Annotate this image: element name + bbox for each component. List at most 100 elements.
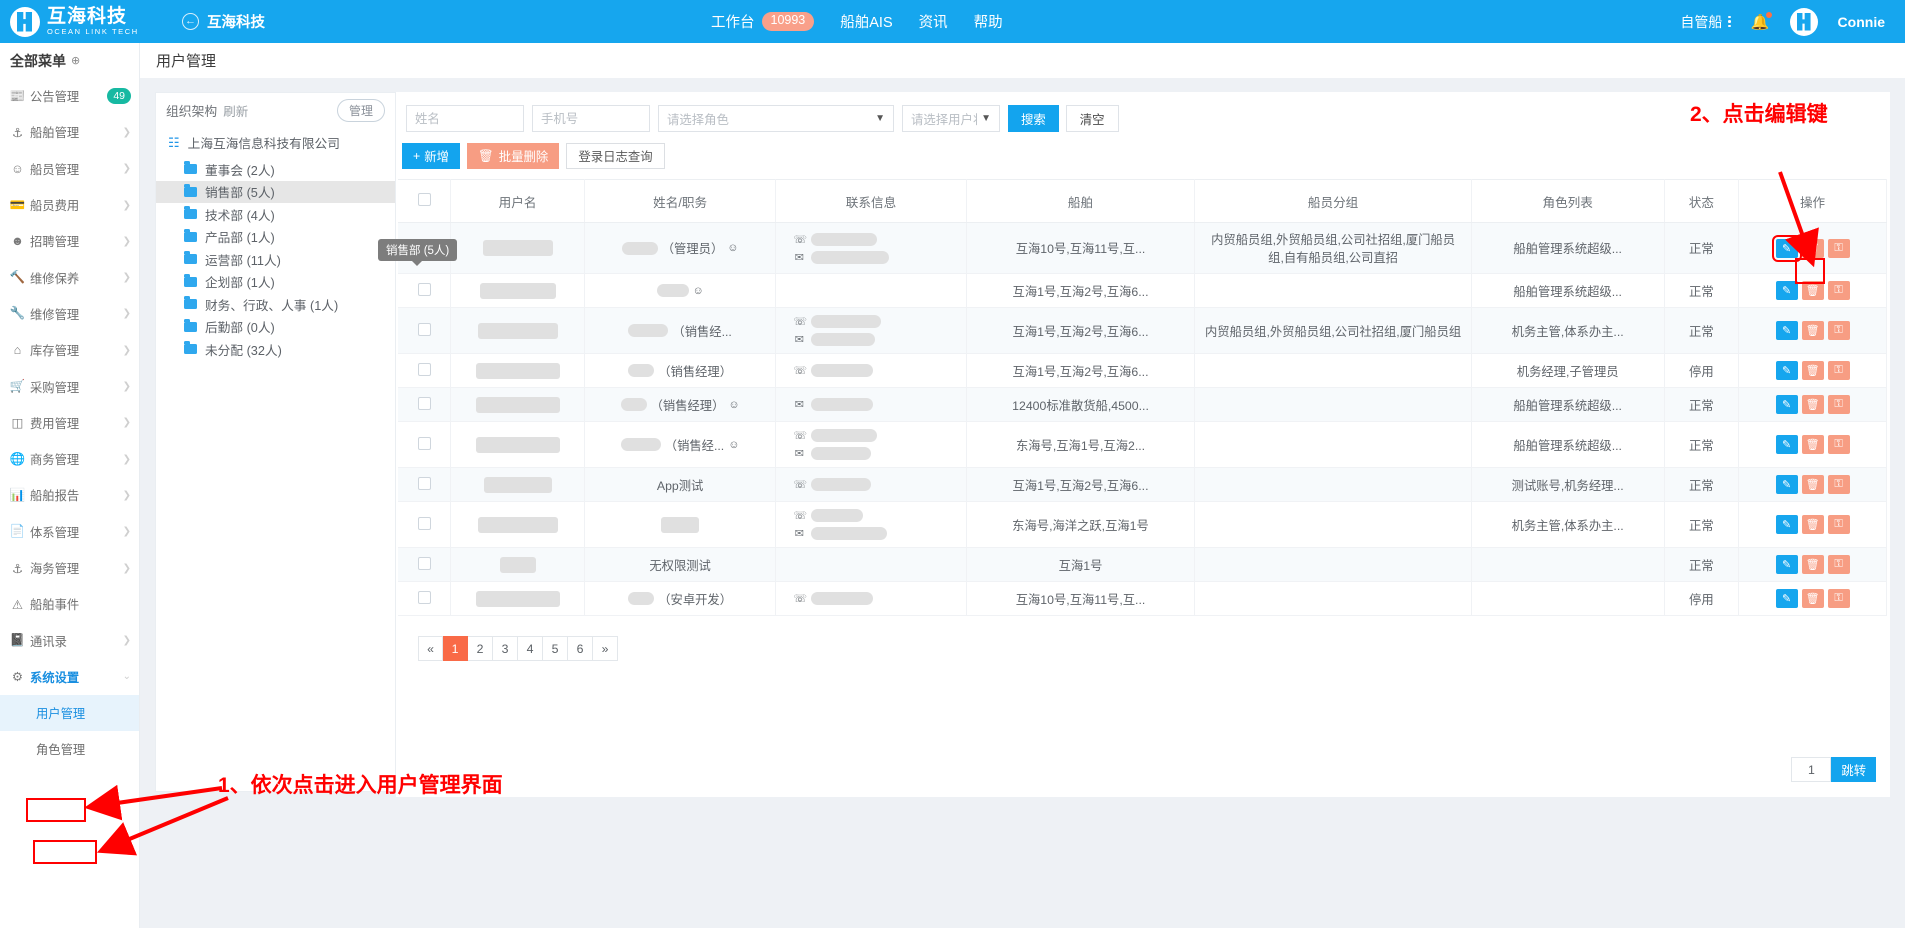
row-checkbox[interactable] xyxy=(417,396,431,410)
vessel-scope-selector[interactable]: 自管船 xyxy=(1680,12,1731,32)
row-checkbox[interactable] xyxy=(417,362,431,376)
delete-row-button[interactable]: 🗑 xyxy=(1801,238,1824,258)
sidebar-item-business[interactable]: 🌐 商务管理 ❯ xyxy=(0,441,139,477)
row-select-cell[interactable] xyxy=(398,353,452,388)
sidebar-item-role-management[interactable]: 角色管理 xyxy=(0,731,139,767)
org-node-sales[interactable]: 销售部 (5人) xyxy=(156,180,395,203)
page-jump-button[interactable]: 跳转 xyxy=(1831,757,1876,782)
phone-search-input[interactable] xyxy=(532,105,650,132)
select-all-checkbox[interactable] xyxy=(417,193,431,206)
edit-row-button[interactable]: ✎ xyxy=(1775,589,1798,608)
reset-password-button[interactable]: ⚿ xyxy=(1827,395,1850,414)
top-menu-item-workbench[interactable]: 工作台 10993 xyxy=(711,11,815,32)
status-select[interactable]: 请选择用户状态 ▼ xyxy=(902,105,1000,132)
pagination-next[interactable]: » xyxy=(593,636,618,661)
top-menu-item-news[interactable]: 资讯 xyxy=(919,11,948,32)
delete-row-button[interactable]: 🗑 xyxy=(1801,395,1824,414)
org-node-logistics[interactable]: 后勤部 (0人) xyxy=(156,316,395,339)
top-menu-item-ais[interactable]: 船舶AIS xyxy=(840,11,892,32)
sidebar-item-contacts[interactable]: 📓 通讯录 ❯ xyxy=(0,622,139,658)
pagination-page-1[interactable]: 1 xyxy=(443,636,468,661)
delete-row-button[interactable]: 🗑 xyxy=(1801,555,1824,574)
row-select-cell[interactable] xyxy=(398,387,452,422)
page-jump-input[interactable]: 1 xyxy=(1791,757,1832,782)
row-checkbox[interactable] xyxy=(417,282,431,296)
select-all-header[interactable] xyxy=(398,179,452,223)
bell-icon[interactable]: 🔔 xyxy=(1751,11,1772,31)
pagination-page-4[interactable]: 4 xyxy=(518,636,543,661)
row-checkbox[interactable] xyxy=(417,516,431,530)
row-select-cell[interactable] xyxy=(398,547,452,582)
role-select[interactable]: 请选择角色 ▼ xyxy=(658,105,894,132)
edit-row-button[interactable]: ✎ xyxy=(1775,475,1798,494)
row-select-cell[interactable] xyxy=(398,467,452,502)
avatar[interactable] xyxy=(1789,7,1818,36)
org-node-planning[interactable]: 企划部 (1人) xyxy=(156,271,395,294)
sidebar-item-marine[interactable]: ⚓ 海务管理 ❯ xyxy=(0,550,139,586)
reset-password-button[interactable]: ⚿ xyxy=(1827,475,1850,494)
org-manage-button[interactable]: 管理 xyxy=(336,98,385,122)
name-search-input[interactable] xyxy=(406,105,524,132)
back-to-home-button[interactable]: ← 互海科技 xyxy=(182,11,265,32)
pagination-page-3[interactable]: 3 xyxy=(493,636,518,661)
edit-row-button[interactable]: ✎ xyxy=(1775,555,1798,574)
sidebar-item-crew[interactable]: ☺ 船员管理 ❯ xyxy=(0,151,139,187)
pagination-page-2[interactable]: 2 xyxy=(468,636,493,661)
reset-password-button[interactable]: ⚿ xyxy=(1827,555,1850,574)
delete-row-button[interactable]: 🗑 xyxy=(1801,321,1824,340)
row-checkbox[interactable] xyxy=(417,590,431,604)
login-log-button[interactable]: 登录日志查询 xyxy=(566,143,665,169)
edit-row-button[interactable]: ✎ xyxy=(1775,515,1798,534)
org-node-product[interactable]: 产品部 (1人) xyxy=(156,226,395,249)
sidebar-item-repair[interactable]: 🔧 维修管理 ❯ xyxy=(0,296,139,332)
row-select-cell[interactable] xyxy=(398,501,452,548)
sidebar-item-crew-cost[interactable]: 💳 船员费用 ❯ xyxy=(0,187,139,223)
org-node-tech[interactable]: 技术部 (4人) xyxy=(156,203,395,226)
plus-circle-icon[interactable]: ⊕ xyxy=(71,54,80,67)
reset-password-button[interactable]: ⚿ xyxy=(1827,589,1850,608)
sidebar-item-report[interactable]: 📊 船舶报告 ❯ xyxy=(0,477,139,513)
sidebar-item-inventory[interactable]: ⌂ 库存管理 ❯ xyxy=(0,332,139,368)
top-menu-item-help[interactable]: 帮助 xyxy=(974,11,1003,32)
row-select-cell[interactable] xyxy=(398,581,452,616)
org-refresh-link[interactable]: 刷新 xyxy=(223,101,248,120)
pagination-prev[interactable]: « xyxy=(418,636,443,661)
delete-row-button[interactable]: 🗑 xyxy=(1801,475,1824,494)
sidebar-item-vessel[interactable]: ⚓ 船舶管理 ❯ xyxy=(0,114,139,150)
sidebar-item-announcement[interactable]: 📰 公告管理 49 xyxy=(0,78,139,114)
delete-row-button[interactable]: 🗑 xyxy=(1801,361,1824,380)
reset-password-button[interactable]: ⚿ xyxy=(1827,361,1850,380)
reset-password-button[interactable]: ⚿ xyxy=(1827,435,1850,454)
edit-row-button[interactable]: ✎ xyxy=(1775,361,1798,380)
row-checkbox[interactable] xyxy=(417,436,431,450)
delete-row-button[interactable]: 🗑 xyxy=(1801,589,1824,608)
org-node-board[interactable]: 董事会 (2人) xyxy=(156,158,395,181)
org-node-finance[interactable]: 财务、行政、人事 (1人) xyxy=(156,293,395,316)
org-node-operation[interactable]: 运营部 (11人) xyxy=(156,248,395,271)
row-checkbox[interactable] xyxy=(417,476,431,490)
sidebar-item-system-settings[interactable]: ⚙ 系统设置 ⌄ xyxy=(0,659,139,695)
sidebar-item-maintenance[interactable]: 🔨 维修保养 ❯ xyxy=(0,259,139,295)
sidebar-item-user-management[interactable]: 用户管理 xyxy=(0,695,139,732)
edit-row-button[interactable]: ✎ xyxy=(1771,234,1802,262)
row-select-cell[interactable] xyxy=(398,421,452,468)
sidebar-item-vessel-event[interactable]: ⚠ 船舶事件 xyxy=(0,586,139,622)
all-menu-header[interactable]: 全部菜单 ⊕ xyxy=(0,43,139,78)
sidebar-item-purchase[interactable]: 🛒 采购管理 ❯ xyxy=(0,368,139,404)
search-button[interactable]: 搜索 xyxy=(1008,105,1059,132)
row-checkbox[interactable] xyxy=(417,322,431,336)
edit-row-button[interactable]: ✎ xyxy=(1775,395,1798,414)
sidebar-item-cost[interactable]: ◫ 费用管理 ❯ xyxy=(0,405,139,441)
row-checkbox[interactable] xyxy=(417,556,431,570)
brand-logo-group[interactable]: 互海科技 OCEAN LINK TECH xyxy=(0,0,168,43)
org-root-node[interactable]: ☷ 上海互海信息科技有限公司 xyxy=(156,127,395,158)
edit-row-button[interactable]: ✎ xyxy=(1775,435,1798,454)
delete-row-button[interactable]: 🗑 xyxy=(1801,435,1824,454)
add-user-button[interactable]: + 新增 xyxy=(402,143,461,169)
reset-password-button[interactable]: ⚿ xyxy=(1827,321,1850,340)
batch-delete-button[interactable]: 🗑 批量删除 xyxy=(467,143,560,169)
reset-password-button[interactable]: ⚿ xyxy=(1827,281,1850,300)
pagination-page-5[interactable]: 5 xyxy=(543,636,568,661)
sidebar-item-system-doc[interactable]: 📄 体系管理 ❯ xyxy=(0,514,139,550)
org-node-unassigned[interactable]: 未分配 (32人) xyxy=(156,338,395,361)
